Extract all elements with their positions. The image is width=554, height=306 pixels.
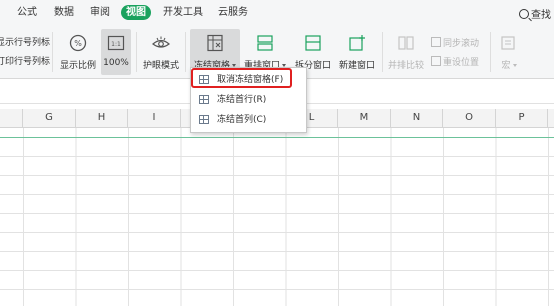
- svg-text:1:1: 1:1: [111, 41, 121, 48]
- sync-scroll-button[interactable]: 同步滚动: [431, 36, 479, 49]
- reset-position-icon: [431, 56, 441, 66]
- freeze-row-icon: [199, 95, 209, 104]
- tab-cloud[interactable]: 云服务: [218, 6, 248, 20]
- eye-icon: [152, 36, 170, 48]
- eye-mode-label: 护眼模式: [142, 61, 179, 71]
- menu-item-freeze-first-column[interactable]: 冻结首列(C): [191, 111, 306, 129]
- divider: [382, 32, 383, 72]
- new-window-button[interactable]: 新建窗口: [336, 29, 378, 75]
- sync-scroll-icon: [431, 37, 441, 47]
- tab-formulas[interactable]: 公式: [17, 6, 37, 20]
- column-header[interactable]: N: [391, 109, 443, 127]
- search-button[interactable]: 查找: [519, 6, 551, 21]
- macro-text: 宏: [501, 61, 511, 71]
- divider: [52, 32, 53, 72]
- freeze-column-icon: [199, 115, 209, 124]
- zoom-100-label: 100%: [103, 58, 129, 68]
- split-window-icon: [305, 35, 321, 51]
- divider: [490, 32, 491, 72]
- search-icon: [519, 9, 529, 19]
- divider: [185, 32, 186, 72]
- show-row-col-headers[interactable]: 显示行号列标: [0, 35, 50, 48]
- search-label: 查找: [531, 10, 551, 21]
- arrange-windows-icon: [257, 35, 273, 51]
- menu-item-label: 冻结首列(C): [217, 115, 267, 125]
- column-header[interactable]: G: [23, 109, 76, 127]
- reset-position-button[interactable]: 重设位置: [431, 55, 479, 68]
- highlight-box: [191, 68, 292, 88]
- macro-button[interactable]: 宏: [496, 29, 522, 75]
- reset-position-label: 重设位置: [443, 58, 480, 68]
- new-window-icon: [349, 35, 365, 51]
- tab-developer[interactable]: 开发工具: [163, 6, 203, 20]
- percent-icon: %: [69, 34, 87, 52]
- freeze-line: [0, 137, 554, 138]
- cell-grid[interactable]: [0, 128, 554, 306]
- menu-item-label: 冻结首行(R): [217, 95, 267, 105]
- column-header[interactable]: M: [338, 109, 391, 127]
- macro-label: 宏: [496, 58, 522, 71]
- side-by-side-icon: [398, 36, 414, 50]
- eye-mode-button[interactable]: 护眼模式: [141, 29, 181, 75]
- freeze-panes-icon: [207, 34, 223, 52]
- print-row-col-headers[interactable]: 打印行号列标: [0, 54, 50, 67]
- column-header[interactable]: P: [496, 109, 548, 127]
- show-ratio-button[interactable]: % 显示比例: [58, 29, 98, 75]
- side-by-side-label: 并排比较: [387, 61, 424, 71]
- divider: [136, 32, 137, 72]
- zoom-100-button[interactable]: 1:1 100%: [101, 29, 131, 75]
- macro-icon: [501, 36, 515, 50]
- sync-scroll-label: 同步滚动: [443, 39, 480, 49]
- tab-view[interactable]: 视图: [121, 5, 151, 20]
- ribbon-tab-bar: 公式 数据 审阅 视图 开发工具 云服务 查找: [0, 0, 554, 26]
- tab-data[interactable]: 数据: [54, 6, 74, 20]
- zoom-100-icon: 1:1: [107, 35, 125, 51]
- column-header-partial[interactable]: [0, 109, 23, 127]
- side-by-side-button[interactable]: 并排比较: [386, 29, 426, 75]
- column-header[interactable]: I: [128, 109, 181, 127]
- new-window-label: 新建窗口: [338, 61, 375, 71]
- spreadsheet-window: 公式 数据 审阅 视图 开发工具 云服务 查找 显示行号列标 打印行号列标 % …: [0, 0, 554, 306]
- chevron-down-icon: [512, 64, 517, 67]
- tab-review[interactable]: 审阅: [90, 6, 110, 20]
- show-ratio-label: 显示比例: [59, 61, 96, 71]
- svg-text:%: %: [74, 39, 82, 48]
- column-header[interactable]: O: [443, 109, 496, 127]
- menu-item-freeze-first-row[interactable]: 冻结首行(R): [191, 91, 306, 109]
- column-header[interactable]: H: [76, 109, 128, 127]
